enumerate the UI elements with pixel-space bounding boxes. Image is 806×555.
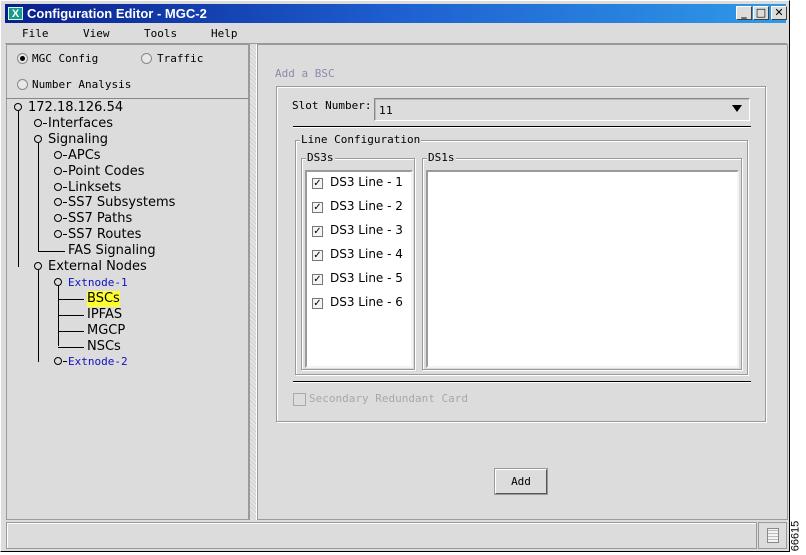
- document-icon[interactable]: [767, 528, 779, 543]
- window-title: Configuration Editor - MGC-2: [27, 6, 207, 21]
- title-bar[interactable]: X Configuration Editor - MGC-2 _ □ ✕: [5, 4, 787, 23]
- tree-item[interactable]: NSCs: [87, 339, 121, 355]
- ds3-line-label[interactable]: DS3 Line - 4: [330, 247, 403, 261]
- separator: [293, 381, 751, 383]
- tree-connector-line: [63, 154, 67, 156]
- status-icon-box[interactable]: [758, 522, 787, 549]
- tree-connector-line: [58, 285, 59, 290]
- radio-traffic-label[interactable]: Traffic: [157, 52, 203, 65]
- radio-traffic[interactable]: [141, 53, 152, 64]
- ds3s-label: DS3s: [306, 151, 335, 164]
- tree-item[interactable]: FAS Signaling: [68, 243, 156, 259]
- ds3-line-checkbox[interactable]: ✓: [312, 226, 323, 237]
- tree-item[interactable]: BSCs: [87, 290, 120, 307]
- tree-connector-line: [38, 142, 39, 147]
- ds3-line-checkbox[interactable]: ✓: [312, 274, 323, 285]
- secondary-redundant-card-checkbox[interactable]: [293, 393, 306, 406]
- ds1s-label: DS1s: [427, 151, 456, 164]
- tree-connector-line: [58, 286, 59, 347]
- collapsed-node-icon[interactable]: [34, 118, 42, 127]
- minimize-button[interactable]: _: [736, 6, 752, 20]
- tree-connector-line: [58, 314, 84, 316]
- tree-item[interactable]: Point Codes: [68, 164, 144, 180]
- tree-connector-line: [38, 271, 39, 363]
- ds3-line-label[interactable]: DS3 Line - 5: [330, 271, 403, 285]
- expanded-node-icon[interactable]: [34, 262, 42, 270]
- config-tree: 172.18.126.54 Interfaces Signaling APCs Poin…: [6, 98, 249, 520]
- tree-item[interactable]: SS7 Paths: [68, 211, 132, 227]
- close-button[interactable]: ✕: [771, 6, 787, 20]
- tree-connector-line: [38, 270, 39, 274]
- menu-tools[interactable]: Tools: [144, 27, 177, 40]
- tree-item[interactable]: Extnode-1: [68, 275, 128, 291]
- tree-item[interactable]: Extnode-2: [68, 354, 128, 370]
- collapsed-node-icon[interactable]: [54, 150, 62, 159]
- slot-number-value: 11: [379, 104, 393, 117]
- tree-connector-line: [58, 330, 84, 332]
- tree-connector-line: [63, 186, 67, 188]
- slot-number-label: Slot Number:: [292, 99, 372, 112]
- collapsed-node-icon[interactable]: [54, 357, 62, 366]
- tree-item[interactable]: SS7 Subsystems: [68, 195, 175, 211]
- collapsed-node-icon[interactable]: [54, 182, 62, 191]
- tree-item[interactable]: IPFAS: [87, 307, 122, 323]
- tree-item[interactable]: Signaling: [48, 132, 108, 148]
- expanded-node-icon[interactable]: [34, 134, 42, 143]
- main-window: X Configuration Editor - MGC-2 _ □ ✕ Fil…: [0, 0, 790, 552]
- tree-connector-line: [63, 234, 67, 236]
- slot-number-dropdown[interactable]: 11: [374, 98, 750, 121]
- ds1s-list[interactable]: [426, 170, 739, 368]
- status-bar: [6, 522, 757, 549]
- collapsed-node-icon[interactable]: [54, 198, 62, 207]
- tree-connector-line: [58, 298, 84, 300]
- tree-connector-line: [38, 251, 65, 253]
- ds3-line-label[interactable]: DS3 Line - 1: [330, 175, 403, 189]
- tree-connector-line: [18, 112, 19, 267]
- ds3-line-checkbox[interactable]: ✓: [312, 202, 323, 213]
- chevron-down-icon[interactable]: [732, 105, 742, 112]
- tree-connector-line: [43, 122, 47, 124]
- add-button[interactable]: Add: [495, 469, 547, 494]
- radio-number-analysis[interactable]: [17, 79, 28, 90]
- radio-number-analysis-label[interactable]: Number Analysis: [32, 78, 131, 91]
- menu-help[interactable]: Help: [211, 27, 238, 40]
- tree-connector-line: [58, 346, 84, 348]
- tree-connector-line: [63, 218, 67, 220]
- ds3-line-label[interactable]: DS3 Line - 2: [330, 199, 403, 213]
- tree-connector-line: [38, 143, 39, 252]
- radio-mgc-config-label[interactable]: MGC Config: [32, 52, 98, 65]
- form-heading: Add a BSC: [275, 67, 335, 80]
- separator: [293, 126, 751, 128]
- ds3-line-checkbox[interactable]: ✓: [312, 250, 323, 261]
- collapsed-node-icon[interactable]: [54, 166, 62, 175]
- tree-item[interactable]: SS7 Routes: [68, 227, 141, 243]
- tree-connector-line: [63, 202, 67, 204]
- figure-number: 66615: [789, 520, 802, 552]
- ds3-line-checkbox[interactable]: ✓: [312, 298, 323, 309]
- tree-item[interactable]: Interfaces: [48, 116, 113, 132]
- ds3-line-label[interactable]: DS3 Line - 6: [330, 295, 403, 309]
- ds3-line-checkbox[interactable]: ✓: [312, 178, 323, 189]
- maximize-button[interactable]: □: [753, 6, 769, 20]
- line-configuration-label: Line Configuration: [300, 133, 422, 146]
- menu-view[interactable]: View: [83, 27, 110, 40]
- tree-connector-line: [18, 111, 19, 115]
- menu-file[interactable]: File: [22, 27, 49, 40]
- tree-item[interactable]: Linksets: [68, 180, 121, 196]
- collapsed-node-icon[interactable]: [54, 230, 62, 239]
- radio-mgc-config[interactable]: [17, 53, 28, 64]
- collapsed-node-icon[interactable]: [54, 214, 62, 223]
- tree-item[interactable]: 172.18.126.54: [28, 100, 123, 116]
- splitter-handle[interactable]: [249, 44, 257, 520]
- tree-connector-line: [63, 170, 67, 172]
- tree-connector-line: [63, 361, 67, 363]
- tree-item[interactable]: External Nodes: [48, 259, 147, 275]
- expanded-node-icon[interactable]: [14, 103, 22, 111]
- app-icon: X: [8, 7, 23, 20]
- tree-item[interactable]: MGCP: [87, 323, 125, 339]
- tree-item[interactable]: APCs: [68, 148, 101, 164]
- ds3-line-label[interactable]: DS3 Line - 3: [330, 223, 403, 237]
- expanded-node-icon[interactable]: [54, 277, 62, 286]
- secondary-redundant-card-label: Secondary Redundant Card: [309, 392, 468, 405]
